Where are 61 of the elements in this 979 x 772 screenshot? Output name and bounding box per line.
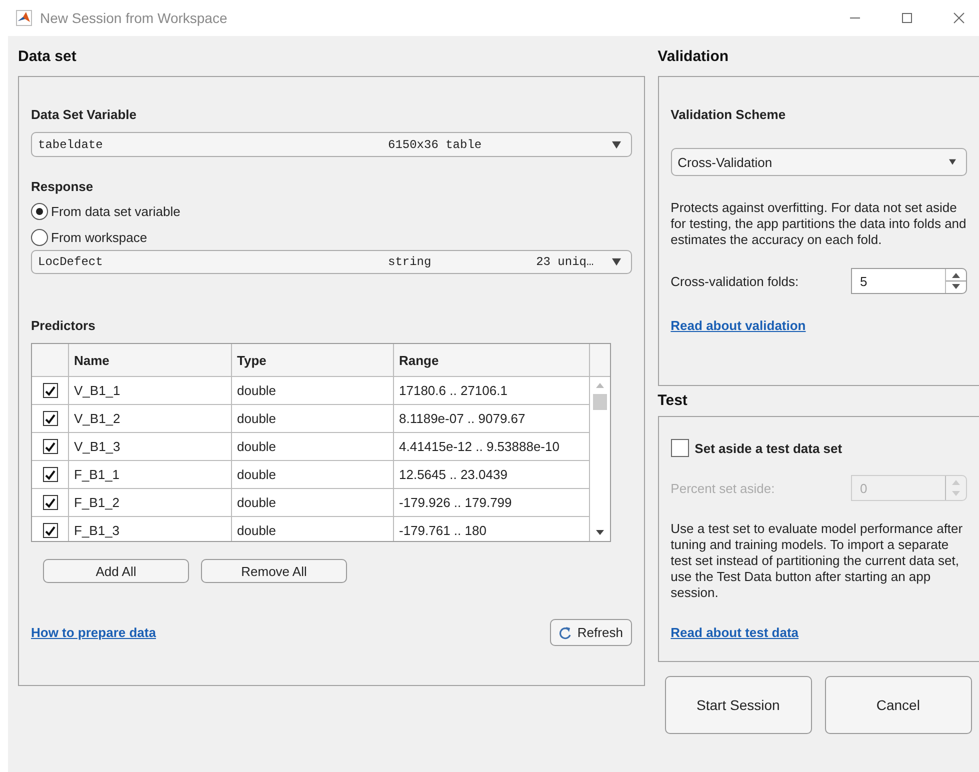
- table-cell: V_B1_1: [69, 377, 232, 404]
- checkbox[interactable]: [670, 439, 689, 457]
- field-label: Validation Scheme: [670, 107, 787, 122]
- radio-label: From data set variable: [51, 204, 180, 218]
- dropdown-arrow-icon: [948, 158, 956, 166]
- field-label: Data Set Variable: [31, 107, 138, 122]
- validation-scheme-dropdown[interactable]: Cross-Validation: [670, 148, 967, 176]
- dialog-button[interactable]: Cancel: [824, 676, 972, 734]
- dropdown-arrow-icon: [612, 258, 621, 266]
- spinner-arrows-icon[interactable]: [944, 269, 966, 293]
- table-cell: F_B1_3: [69, 517, 232, 541]
- table-cell: double: [232, 517, 394, 541]
- table-cell: F_B1_2: [69, 489, 232, 516]
- dropdown-arrow-icon: [612, 140, 621, 148]
- description-text: Use a test set to evaluate model performance after tuning and training models. To import a separate test set instead of partitioning the current data set, use the Test Data button after starting an app session.: [670, 521, 964, 601]
- column-header[interactable]: Type: [232, 344, 394, 376]
- table-cell: double: [232, 405, 394, 432]
- table-cell: double: [232, 433, 394, 460]
- scroll-thumb[interactable]: [593, 394, 607, 410]
- checkbox[interactable]: [42, 383, 58, 398]
- radio-button[interactable]: [31, 202, 48, 220]
- field-label: Percent set aside:: [670, 480, 776, 496]
- help-link[interactable]: Read about test data: [670, 625, 967, 640]
- checkbox[interactable]: [42, 467, 58, 482]
- column-header[interactable]: Range: [394, 344, 590, 376]
- table-cell: double: [232, 489, 394, 516]
- refresh-icon: [558, 626, 572, 640]
- dialog-button[interactable]: Start Session: [664, 676, 812, 734]
- table-cell: F_B1_1: [69, 461, 232, 488]
- section-title: Test: [658, 391, 688, 411]
- radio-label: From workspace: [51, 230, 148, 244]
- radio-button[interactable]: [31, 228, 48, 246]
- help-link[interactable]: Read about validation: [670, 318, 967, 333]
- checkbox-label: Set aside a test data set: [694, 440, 842, 456]
- help-link[interactable]: How to prepare data: [31, 625, 156, 640]
- table-cell: double: [232, 461, 394, 488]
- response-dropdown[interactable]: LocDefect string 23 uniq…: [31, 250, 632, 274]
- field-label: Cross-validation folds:: [670, 274, 800, 288]
- field-label: Response: [31, 179, 94, 194]
- field-label: Predictors: [31, 318, 96, 333]
- description-text: Protects against overfitting. For data not set aside for testing, the app partitions the data into folds and estimates the accuracy on each fold.: [670, 200, 967, 248]
- table-cell: V_B1_3: [69, 433, 232, 460]
- maximize-icon[interactable]: [901, 12, 913, 24]
- variable-dropdown[interactable]: tabeldate 6150x36 table: [31, 132, 632, 157]
- refresh-button[interactable]: Refresh: [550, 619, 632, 646]
- column-header[interactable]: Name: [69, 344, 232, 376]
- scroll-down-icon[interactable]: [596, 530, 604, 535]
- table-cell: double: [232, 377, 394, 404]
- checkbox[interactable]: [42, 411, 58, 426]
- folds-spinner[interactable]: 5: [850, 268, 967, 294]
- table-action-button[interactable]: Add All: [43, 559, 189, 583]
- checkbox[interactable]: [42, 439, 58, 454]
- table-action-button[interactable]: Remove All: [201, 559, 347, 583]
- checkbox[interactable]: [42, 495, 58, 510]
- app-logo-icon: [16, 10, 32, 26]
- section-title: Validation: [658, 47, 730, 67]
- table-cell: V_B1_2: [69, 405, 232, 432]
- checkbox[interactable]: [42, 523, 58, 538]
- window-title: New Session from Workspace: [40, 10, 228, 26]
- section-title: Data set: [18, 47, 78, 67]
- close-icon[interactable]: [953, 12, 965, 24]
